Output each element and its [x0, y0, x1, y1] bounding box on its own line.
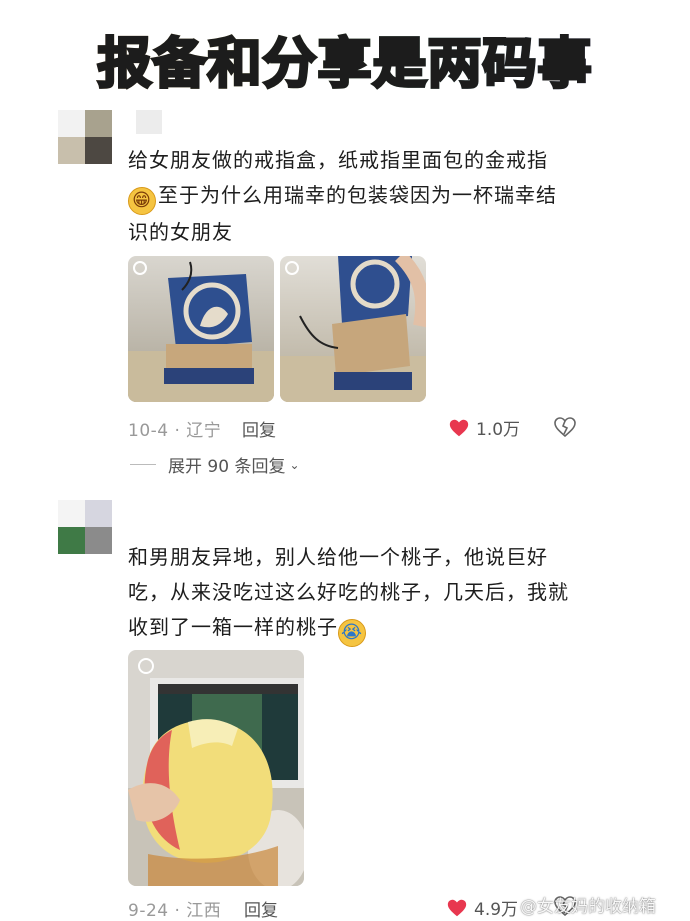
- grin-emoji-icon: 😁: [128, 187, 156, 215]
- broken-heart-icon[interactable]: [553, 415, 577, 439]
- comment-photo[interactable]: [128, 650, 304, 886]
- ring-box-photo-2-image: [280, 256, 426, 402]
- comment-date-location: 9-24 · 江西: [128, 901, 222, 921]
- comment-photo[interactable]: [128, 256, 274, 402]
- watermark: @女友妈的收纳箱: [520, 897, 656, 917]
- comment-line: 识的女朋友: [128, 220, 233, 244]
- comment-text: 和男朋友异地，别人给他一个桃子，他说巨好 吃，从来没吃过这么好吃的桃子，几天后，…: [128, 540, 608, 647]
- comment-line-text: 至于为什么用瑞幸的包装袋因为一杯瑞幸结: [158, 183, 557, 207]
- comment-line: 给女朋友做的戒指盒，纸戒指里面包的金戒指: [128, 148, 548, 172]
- heart-icon: [447, 899, 467, 916]
- expand-replies-button[interactable]: 展开 90 条回复 ⌄: [130, 452, 300, 477]
- divider: [130, 464, 156, 465]
- like-count: 4.9万: [474, 900, 519, 920]
- avatar[interactable]: [58, 110, 112, 164]
- chevron-down-icon: ⌄: [289, 457, 300, 472]
- comment-text: 给女朋友做的戒指盒，纸戒指里面包的金戒指 😁 至于为什么用瑞幸的包装袋因为一杯瑞幸…: [128, 143, 608, 250]
- peach-photo-image: [128, 650, 304, 886]
- expand-replies-label: 展开 90 条回复: [168, 457, 286, 477]
- heart-icon: [449, 419, 469, 436]
- comment-line: 吃，从来没吃过这么好吃的桃子，几天后，我就: [128, 580, 569, 604]
- comment-line: 和男朋友异地，别人给他一个桃子，他说巨好: [128, 545, 548, 569]
- reply-button[interactable]: 回复: [244, 896, 278, 921]
- ring-box-photo-1-image: [128, 256, 274, 402]
- page-title: 报备和分享是两码事: [0, 20, 690, 108]
- reply-button[interactable]: 回复: [242, 416, 276, 441]
- comment-line: 😁 至于为什么用瑞幸的包装袋因为一杯瑞幸结: [128, 178, 608, 215]
- like-button[interactable]: 1.0万: [448, 415, 520, 440]
- avatar[interactable]: [58, 500, 112, 554]
- comment-line-text: 收到了一箱一样的桃子: [128, 615, 338, 639]
- like-button[interactable]: 4.9万: [446, 895, 518, 920]
- like-count: 1.0万: [476, 420, 521, 440]
- comment-photo[interactable]: [280, 256, 426, 402]
- crying-emoji-icon: 😭: [338, 619, 366, 647]
- username[interactable]: [136, 110, 162, 134]
- comment-line: 收到了一箱一样的桃子 😭: [128, 610, 608, 647]
- comment-date-location: 10-4 · 辽宁: [128, 421, 222, 441]
